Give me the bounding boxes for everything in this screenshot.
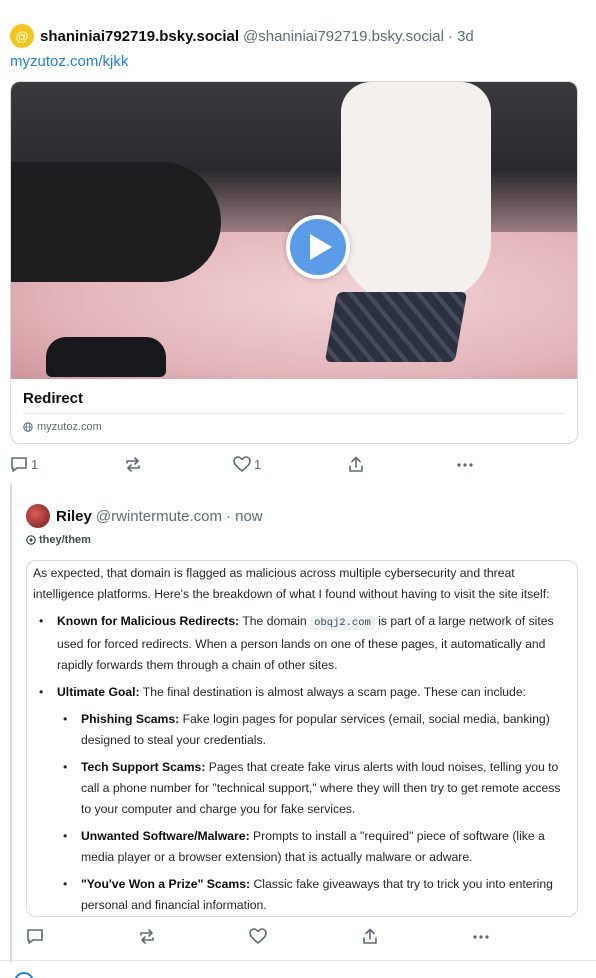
reply-count: 1 xyxy=(31,457,39,472)
reply-display-name[interactable]: Riley xyxy=(56,508,92,525)
like-icon xyxy=(233,456,251,472)
reply-age[interactable]: · now xyxy=(226,508,263,525)
author-avatar[interactable]: @ xyxy=(10,24,34,48)
thumbnail-plaid xyxy=(324,292,468,362)
reply-header: Riley @rwintermute.com · now xyxy=(26,502,578,530)
like-button[interactable] xyxy=(249,928,273,945)
list-item-text: The final destination is almost always a… xyxy=(139,685,527,699)
sub-list-item: Phishing Scams: Fake login pages for pop… xyxy=(33,709,569,751)
post-actions: 1 1 xyxy=(10,456,480,473)
domain-code: obqj2.com xyxy=(310,616,375,630)
post-age[interactable]: · 3d xyxy=(448,28,474,45)
list-item-label: "You've Won a Prize" Scams: xyxy=(81,877,251,891)
list-item: Known for Malicious Redirects: The domai… xyxy=(33,611,569,676)
like-count: 1 xyxy=(253,457,262,472)
card-domain-text: myzutoz.com xyxy=(37,421,102,433)
share-button[interactable] xyxy=(361,928,385,945)
sub-list-item: Tech Support Scams: Pages that create fa… xyxy=(33,757,569,820)
reply-post: Riley @rwintermute.com · now they/them xyxy=(26,502,578,548)
thumbnail-shoe xyxy=(46,337,166,377)
repost-icon xyxy=(125,457,140,472)
reply-avatar[interactable] xyxy=(26,504,50,528)
author-display-name[interactable]: shaniniai792719.bsky.social xyxy=(40,28,239,45)
card-title: Redirect xyxy=(23,390,84,407)
reply-icon xyxy=(11,457,27,472)
list-item-label: Phishing Scams: xyxy=(81,712,180,726)
share-icon xyxy=(348,456,363,472)
post-link[interactable]: myzutoz.com/kjkk xyxy=(10,53,578,75)
thumbnail-shadow xyxy=(11,162,221,282)
thumbnail-figure xyxy=(341,82,491,302)
list-item-label: Tech Support Scams: xyxy=(81,760,206,774)
list-item-text: The domain xyxy=(239,614,311,628)
more-button[interactable] xyxy=(456,456,480,473)
repost-button[interactable] xyxy=(124,456,148,473)
reply-button[interactable]: 1 xyxy=(10,456,38,473)
feed-divider xyxy=(0,960,596,961)
thread-line xyxy=(10,484,12,962)
list-item: Ultimate Goal: The final destination is … xyxy=(33,682,569,703)
next-post-avatar[interactable] xyxy=(14,972,34,978)
like-button[interactable]: 1 xyxy=(233,456,261,473)
repost-button[interactable] xyxy=(138,928,162,945)
share-button[interactable] xyxy=(347,456,371,473)
pronouns-icon xyxy=(26,535,36,545)
reply-button[interactable] xyxy=(26,928,50,945)
link-card[interactable]: Redirect myzutoz.com xyxy=(10,81,578,444)
like-icon xyxy=(249,928,267,944)
reply-actions xyxy=(26,928,496,945)
author-handle[interactable]: @shaniniai792719.bsky.social xyxy=(243,28,444,45)
play-button[interactable] xyxy=(286,215,350,279)
quoted-text-block: As expected, that domain is flagged as m… xyxy=(26,560,578,917)
globe-icon xyxy=(23,422,33,432)
card-domain: myzutoz.com xyxy=(11,414,577,440)
post: @ shaniniai792719.bsky.social @shaniniai… xyxy=(10,22,578,75)
list-item-label: Known for Malicious Redirects: xyxy=(57,614,240,628)
list-item-label: Ultimate Goal: xyxy=(57,685,140,699)
sub-list-item: "You've Won a Prize" Scams: Classic fake… xyxy=(33,874,569,916)
list-item-label: Unwanted Software/Malware: xyxy=(81,829,250,843)
share-icon xyxy=(362,928,377,944)
more-icon xyxy=(473,935,489,939)
quote-list: Known for Malicious Redirects: The domai… xyxy=(33,611,569,916)
reply-handle[interactable]: @rwintermute.com xyxy=(96,508,222,525)
more-button[interactable] xyxy=(472,928,496,945)
video-thumbnail[interactable] xyxy=(11,82,577,379)
post-header: @ shaniniai792719.bsky.social @shaniniai… xyxy=(10,22,578,50)
reply-icon xyxy=(27,929,43,944)
play-icon xyxy=(309,234,332,260)
more-icon xyxy=(457,463,473,467)
sub-list-item: Unwanted Software/Malware: Prompts to in… xyxy=(33,826,569,868)
quote-intro: As expected, that domain is flagged as m… xyxy=(33,566,550,601)
pronouns-text: they/them xyxy=(39,534,91,546)
repost-icon xyxy=(139,929,154,944)
pronouns-badge: they/them xyxy=(26,532,578,548)
